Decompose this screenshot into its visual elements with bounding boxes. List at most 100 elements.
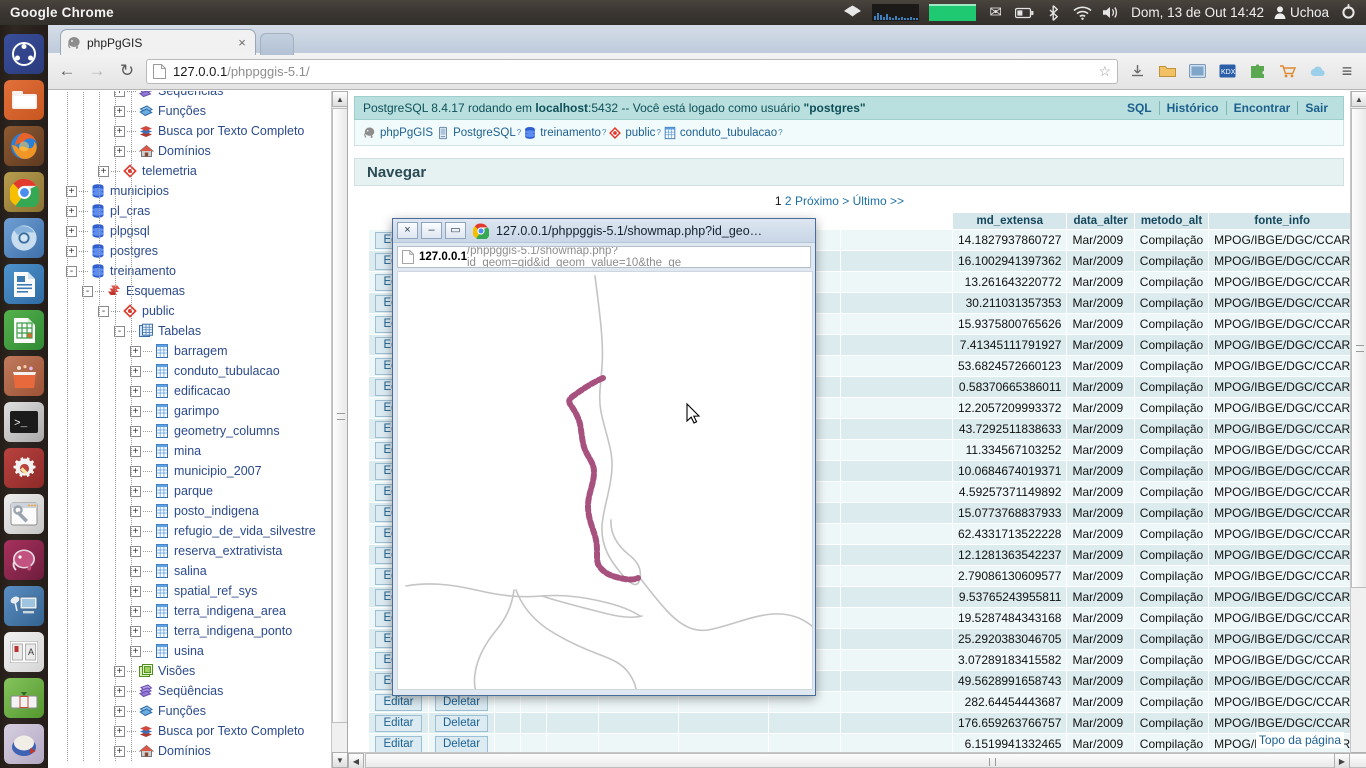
table-row[interactable]: EditarDeletar6.1519941332465Mar/2009Comp…: [369, 734, 1351, 753]
keyboard-layout-icon[interactable]: A: [4, 632, 44, 672]
new-tab-button[interactable]: [260, 33, 294, 55]
puzzle-extension-icon[interactable]: [1246, 60, 1268, 82]
forward-icon[interactable]: →: [86, 60, 108, 82]
reload-icon[interactable]: ↻: [116, 60, 138, 82]
tree-item-municipios[interactable]: +municipios: [52, 181, 332, 201]
workspace-switcher-icon[interactable]: [4, 724, 44, 764]
kdx-extension-icon[interactable]: KDX: [1216, 60, 1238, 82]
tree-item-telemetria[interactable]: +telemetria: [52, 161, 332, 181]
download-icon[interactable]: [1126, 60, 1148, 82]
tree-item-seq-ncias[interactable]: +Seqüências: [52, 681, 332, 701]
tree-item-busca-por-texto-completo[interactable]: +Busca por Texto Completo: [52, 121, 332, 141]
tree-item-usina[interactable]: +usina: [52, 641, 332, 661]
tree-item-vis-es[interactable]: +Visões: [52, 661, 332, 681]
tree-item-salina[interactable]: +salina: [52, 561, 332, 581]
breadcrumb-item-public[interactable]: public?: [608, 125, 662, 140]
scroll-right-icon[interactable]: ▶: [1334, 753, 1350, 768]
main-vertical-scrollbar[interactable]: ▲ ▼: [1350, 91, 1366, 768]
chrome-icon[interactable]: [4, 172, 44, 212]
delete-button[interactable]: Deletar: [435, 694, 488, 711]
column-header-data_alter[interactable]: data_alter: [1067, 213, 1134, 230]
cloud-extension-icon[interactable]: [1306, 60, 1328, 82]
breadcrumb-item-treinamento[interactable]: treinamento?: [523, 125, 607, 140]
tree-item-terra-indigena-ponto[interactable]: +terra_indigena_ponto: [52, 621, 332, 641]
ubuntu-dash-icon[interactable]: [4, 34, 44, 74]
tree-item-fun-es[interactable]: +Funções: [52, 701, 332, 721]
link-historico[interactable]: Histórico: [1159, 101, 1226, 115]
folder-extension-icon[interactable]: [1156, 60, 1178, 82]
link-encontrar[interactable]: Encontrar: [1226, 101, 1298, 115]
tree-item-conduto-tubulacao[interactable]: +conduto_tubulacao: [52, 361, 332, 381]
battery-icon[interactable]: [1015, 3, 1034, 22]
chromium-icon[interactable]: [4, 218, 44, 258]
tree-item-plpgsql[interactable]: +plpgsql: [52, 221, 332, 241]
network-graph-icon[interactable]: [872, 4, 919, 21]
tree-item-busca-por-texto-completo[interactable]: +Busca por Texto Completo: [52, 721, 332, 741]
tree-scroll-thumb[interactable]: [332, 108, 348, 723]
popup-close-button[interactable]: ×: [397, 222, 418, 239]
tree-item-treinamento[interactable]: -treinamento: [52, 261, 332, 281]
cart-extension-icon[interactable]: [1276, 60, 1298, 82]
tree-item-spatial-ref-sys[interactable]: +spatial_ref_sys: [52, 581, 332, 601]
tree-item-dom-nios[interactable]: +Domínios: [52, 141, 332, 161]
table-row[interactable]: EditarDeletar176.659263766757Mar/2009Com…: [369, 713, 1351, 734]
firefox-icon[interactable]: [4, 126, 44, 166]
breadcrumb-item-postgresql[interactable]: PostgreSQL?: [436, 125, 522, 140]
breadcrumb-item-phppggis[interactable]: phpPgGIS: [363, 125, 435, 140]
terminal-icon[interactable]: >_: [4, 402, 44, 442]
tree-item-esquemas[interactable]: -Esquemas: [52, 281, 332, 301]
breadcrumb-help-icon[interactable]: ?: [602, 128, 606, 137]
breadcrumb-item-conduto-tubulacao[interactable]: conduto_tubulacao?: [663, 125, 784, 140]
chrome-menu-icon[interactable]: ≡: [1336, 60, 1358, 82]
map-canvas[interactable]: [397, 271, 813, 690]
column-header-metodo_alt[interactable]: metodo_alt: [1134, 213, 1208, 230]
libreoffice-writer-icon[interactable]: [4, 264, 44, 304]
popup-maximize-button[interactable]: ▭: [445, 222, 466, 239]
breadcrumb-help-icon[interactable]: ?: [778, 128, 782, 137]
tree-item-reserva-extrativista[interactable]: +reserva_extrativista: [52, 541, 332, 561]
breadcrumb-help-icon[interactable]: ?: [517, 128, 521, 137]
back-icon[interactable]: ←: [56, 60, 78, 82]
link-sql[interactable]: SQL: [1120, 101, 1159, 115]
edit-button[interactable]: Editar: [375, 736, 421, 752]
mail-icon[interactable]: ✉: [986, 3, 1005, 22]
ubuntu-software-center-icon[interactable]: [4, 356, 44, 396]
breadcrumb-help-icon[interactable]: ?: [656, 128, 660, 137]
system-settings-icon[interactable]: [4, 448, 44, 488]
tree-vertical-scrollbar[interactable]: ▲ ▼: [331, 91, 347, 768]
tree-item-edificacao[interactable]: +edificacao: [52, 381, 332, 401]
edit-button[interactable]: Editar: [375, 694, 421, 711]
scroll-left-icon[interactable]: ◀: [348, 753, 364, 768]
power-gear-icon[interactable]: [1339, 3, 1358, 22]
main-horizontal-scrollbar[interactable]: ◀ ▶: [348, 752, 1350, 768]
last-page-link[interactable]: Último >>: [853, 194, 904, 208]
volume-icon[interactable]: [1102, 3, 1121, 22]
link-sair[interactable]: Sair: [1297, 101, 1335, 115]
tree-item-postgres[interactable]: +postgres: [52, 241, 332, 261]
scroll-down-icon[interactable]: ▼: [332, 752, 348, 768]
postgresql-elephant-icon[interactable]: [4, 540, 44, 580]
tree-item-barragem[interactable]: +barragem: [52, 341, 332, 361]
delete-button[interactable]: Deletar: [435, 715, 488, 732]
popup-minimize-button[interactable]: –: [421, 222, 442, 239]
tree-item-pl-cras[interactable]: +pl_cras: [52, 201, 332, 221]
libreoffice-calc-icon[interactable]: [4, 310, 44, 350]
scroll-up-icon[interactable]: ▲: [1351, 91, 1366, 107]
tree-item-geometry-columns[interactable]: +geometry_columns: [52, 421, 332, 441]
tree-item-terra-indigena-area[interactable]: +terra_indigena_area: [52, 601, 332, 621]
wifi-icon[interactable]: [1073, 3, 1092, 22]
tree-item-municipio-2007[interactable]: +municipio_2007: [52, 461, 332, 481]
tree-item-seq-ncias[interactable]: +Seqüências: [52, 91, 332, 101]
back-to-top-link[interactable]: Topo da página: [1256, 732, 1344, 748]
tree-item-mina[interactable]: +mina: [52, 441, 332, 461]
column-header-md_extensa[interactable]: md_extensa: [953, 213, 1067, 230]
remote-desktop-icon[interactable]: [4, 586, 44, 626]
browser-tab-phppggis[interactable]: phpPgGIS ×: [60, 29, 256, 55]
close-icon[interactable]: ×: [235, 35, 249, 50]
keyboard-download-icon[interactable]: [4, 678, 44, 718]
address-bar[interactable]: 127.0.0.1/phppggis-5.1/ ☆: [146, 59, 1118, 84]
tree-item-refugio-de-vida-silvestre[interactable]: +refugio_de_vida_silvestre: [52, 521, 332, 541]
files-folder-icon[interactable]: [4, 80, 44, 120]
column-header-fonte_info[interactable]: fonte_info: [1209, 213, 1350, 230]
main-hscroll-thumb[interactable]: [365, 753, 1366, 768]
